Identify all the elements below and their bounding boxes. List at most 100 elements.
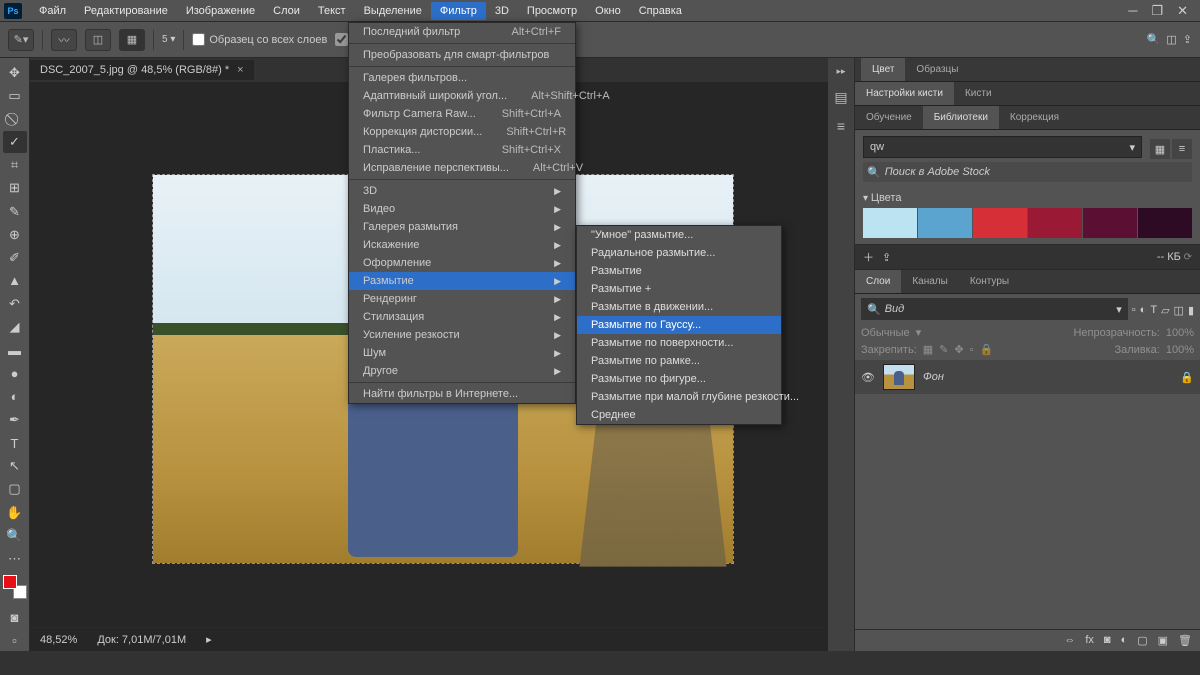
lock-pos-icon[interactable]: ✥ (954, 343, 963, 356)
screen-mode[interactable]: ▫ (3, 630, 27, 651)
menu-окно[interactable]: Окно (586, 2, 630, 20)
lock-icon[interactable]: 🔒 (980, 343, 994, 356)
group-icon[interactable]: ▢ (1137, 634, 1147, 647)
fx-icon[interactable]: fx (1085, 634, 1094, 647)
menu-слои[interactable]: Слои (264, 2, 309, 20)
color-swatch[interactable] (918, 208, 972, 238)
menu-item[interactable]: Исправление перспективы...Alt+Ctrl+V (349, 159, 575, 177)
menu-редактирование[interactable]: Редактирование (75, 2, 177, 20)
menu-справка[interactable]: Справка (630, 2, 691, 20)
eyedropper-tool[interactable]: ✎ (3, 201, 27, 222)
menu-item[interactable]: Адаптивный широкий угол...Alt+Shift+Ctrl… (349, 87, 575, 105)
layer-name[interactable]: Фон (923, 371, 944, 383)
tab-learn[interactable]: Обучение (855, 106, 923, 129)
dodge-tool[interactable]: ◐ (3, 386, 27, 407)
tab-brushes[interactable]: Кисти (954, 82, 1003, 105)
menu-текст[interactable]: Текст (309, 2, 355, 20)
tab-color[interactable]: Цвет (861, 58, 905, 81)
hand-tool[interactable]: ✋ (3, 502, 27, 523)
filter-type-icon[interactable]: T (1150, 304, 1157, 316)
marquee-tool[interactable]: ▭ (3, 85, 27, 106)
document-tab[interactable]: DSC_2007_5.jpg @ 48,5% (RGB/8#) * × (30, 60, 254, 80)
lock-pixel-icon[interactable]: ✎ (939, 343, 948, 356)
filter-toggle[interactable]: ▮ (1188, 304, 1194, 317)
adjustment-icon[interactable]: ◐ (1121, 634, 1128, 647)
submenu-item[interactable]: Размытие по поверхности... (577, 334, 781, 352)
menu-item[interactable]: Найти фильтры в Интернете... (349, 385, 575, 403)
quick-selection-tool[interactable]: ✓ (3, 131, 27, 152)
opacity-input[interactable]: 100% (1166, 327, 1194, 339)
filter-shape-icon[interactable]: ▱ (1161, 304, 1169, 317)
menu-item[interactable]: Искажение▶ (349, 236, 575, 254)
submenu-item[interactable]: "Умное" размытие... (577, 226, 781, 244)
color-swatch[interactable] (973, 208, 1027, 238)
brush-tool[interactable]: ✐ (3, 247, 27, 268)
layer-lock-icon[interactable]: 🔒 (1180, 371, 1194, 384)
submenu-item[interactable]: Среднее (577, 406, 781, 424)
quick-mask[interactable]: ◙ (3, 607, 27, 628)
tool-preset-icon[interactable]: ✎▾ (8, 29, 34, 51)
blur-tool[interactable]: ● (3, 363, 27, 384)
tab-libraries[interactable]: Библиотеки (923, 106, 999, 129)
grid-view-icon[interactable]: ▦ (1150, 139, 1170, 159)
menu-item[interactable]: Усиление резкости▶ (349, 326, 575, 344)
submenu-item[interactable]: Размытие по фигуре... (577, 370, 781, 388)
submenu-item[interactable]: Размытие по рамке... (577, 352, 781, 370)
menu-файл[interactable]: Файл (30, 2, 75, 20)
upload-icon[interactable]: ⇪ (882, 251, 891, 264)
menu-фильтр[interactable]: Фильтр (431, 2, 486, 20)
menu-выделение[interactable]: Выделение (355, 2, 431, 20)
history-brush-tool[interactable]: ↶ (3, 294, 27, 315)
zoom-level[interactable]: 48,52% (40, 634, 77, 646)
layer-thumbnail[interactable] (883, 364, 915, 390)
opt-icon-3[interactable]: ▦ (119, 29, 145, 51)
more-tools[interactable]: ⋯ (3, 548, 27, 569)
crop-tool[interactable]: ⌗ (3, 155, 27, 176)
submenu-item[interactable]: Радиальное размытие... (577, 244, 781, 262)
lock-artboard-icon[interactable]: ▫ (970, 344, 974, 356)
stamp-tool[interactable]: ▲ (3, 270, 27, 291)
list-view-icon[interactable]: ≡ (1172, 139, 1192, 159)
color-swatch[interactable] (1028, 208, 1082, 238)
submenu-item[interactable]: Размытие в движении... (577, 298, 781, 316)
colors-section[interactable]: ▾ Цвета (863, 188, 1192, 208)
frame-tool[interactable]: ⊞ (3, 178, 27, 199)
tab-swatches[interactable]: Образцы (905, 58, 969, 81)
blend-mode[interactable]: Обычные (861, 327, 910, 339)
menu-3d[interactable]: 3D (486, 2, 518, 20)
history-panel-icon[interactable]: ▤ (834, 89, 847, 106)
filter-smart-icon[interactable]: ◫ (1174, 304, 1184, 317)
layer-filter[interactable]: 🔍Вид▾ (861, 298, 1128, 320)
trash-icon[interactable]: 🗑 (1178, 634, 1192, 647)
tab-channels[interactable]: Каналы (901, 270, 959, 293)
close-icon[interactable]: ✕ (1177, 3, 1188, 19)
sample-all-check[interactable]: Образец со всех слоев (192, 33, 327, 46)
lasso-tool[interactable]: ⃠ (3, 108, 27, 129)
fg-bg-colors[interactable] (3, 575, 27, 598)
eraser-tool[interactable]: ◢ (3, 317, 27, 338)
menu-item[interactable]: Оформление▶ (349, 254, 575, 272)
link-icon[interactable]: ⇔ (1064, 634, 1075, 647)
submenu-item[interactable]: Размытие при малой глубине резкости... (577, 388, 781, 406)
workspace-icon[interactable]: ◫ (1166, 33, 1176, 46)
path-tool[interactable]: ↖ (3, 456, 27, 477)
new-layer-icon[interactable]: ▣ (1158, 634, 1168, 647)
filter-adj-icon[interactable]: ◐ (1140, 304, 1147, 316)
pen-tool[interactable]: ✒ (3, 409, 27, 430)
menu-item[interactable]: Коррекция дисторсии...Shift+Ctrl+R (349, 123, 575, 141)
menu-item[interactable]: Фильтр Camera Raw...Shift+Ctrl+A (349, 105, 575, 123)
restore-icon[interactable]: ❐ (1151, 3, 1163, 19)
library-dropdown[interactable]: qw▾ (863, 136, 1142, 158)
healing-tool[interactable]: ⊕ (3, 224, 27, 245)
menu-item[interactable]: Видео▶ (349, 200, 575, 218)
mask-icon[interactable]: ◙ (1104, 634, 1111, 647)
menu-item[interactable]: Пластика...Shift+Ctrl+X (349, 141, 575, 159)
menu-item[interactable]: Галерея фильтров... (349, 69, 575, 87)
brush-size[interactable]: 5 ▾ (162, 34, 175, 45)
tab-adjustments[interactable]: Коррекция (999, 106, 1070, 129)
properties-panel-icon[interactable]: ≡ (837, 118, 845, 134)
submenu-item[interactable]: Размытие (577, 262, 781, 280)
color-swatch[interactable] (863, 208, 917, 238)
color-swatch[interactable] (1138, 208, 1192, 238)
lock-all-icon[interactable]: ▦ (923, 343, 933, 356)
